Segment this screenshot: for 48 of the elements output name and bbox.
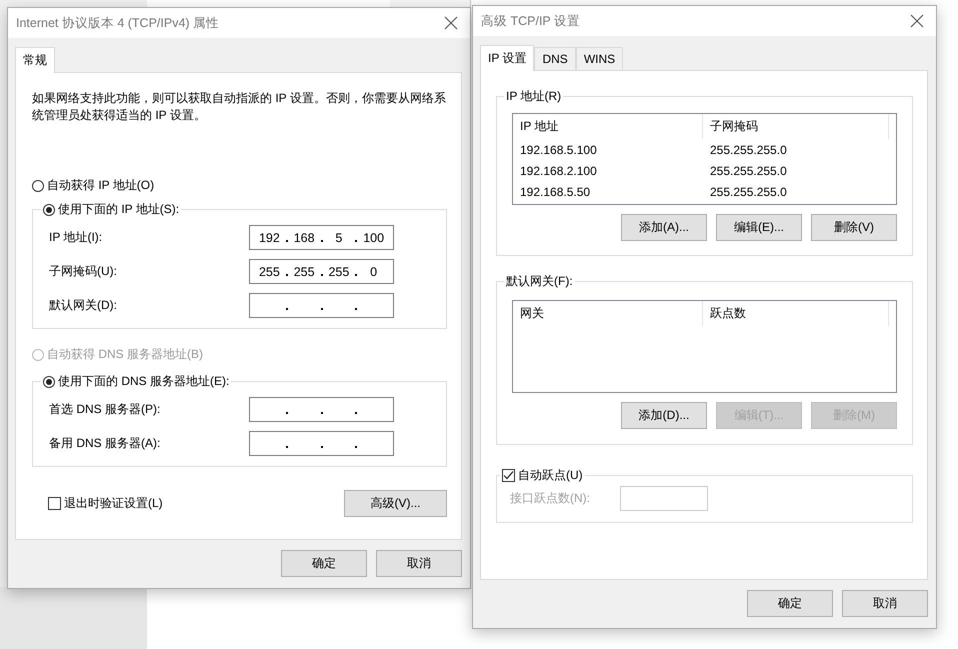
dialog-button[interactable]: 取消 [376, 550, 462, 577]
dialog-button[interactable]: 取消 [842, 590, 928, 617]
description-text: 如果网络支持此功能，则可以获取自动指派的 IP 设置。否则，你需要从网络系统管理员处获得适当的 IP 设置。 [32, 90, 447, 124]
list-button[interactable]: 删除(V) [811, 214, 897, 241]
field-label: 默认网关(D): [49, 297, 117, 314]
input-field[interactable] [249, 431, 394, 456]
table-cell-text: 255.255.255.0 [709, 164, 788, 178]
dialog-button[interactable]: 确定 [281, 550, 367, 577]
input-field[interactable] [249, 293, 394, 318]
tab[interactable]: 常规 [15, 47, 55, 73]
field-label: 首选 DNS 服务器(P): [49, 401, 160, 418]
table-cell-text: 255.255.255.0 [709, 184, 788, 198]
window-title: Internet 协议版本 4 (TCP/IPv4) 属性 [16, 14, 220, 32]
group-title: IP 地址(R) [505, 88, 562, 105]
close-icon[interactable] [910, 14, 924, 28]
list-button[interactable]: 添加(D)... [621, 402, 707, 429]
group-title: 默认网关(F): [505, 273, 574, 290]
input-field[interactable]: 192 168 5 100 [249, 225, 394, 250]
advanced-button[interactable]: 高级(V)... [344, 490, 447, 517]
window-title: 高级 TCP/IP 设置 [481, 12, 580, 30]
input-field[interactable] [249, 397, 394, 422]
table-cell-text: 255.255.255.0 [709, 142, 788, 156]
input-field[interactable]: 255 255 255 0 [249, 259, 394, 284]
field-label: 备用 DNS 服务器(A): [49, 435, 160, 452]
radio-button[interactable]: 使用下面的 DNS 服务器地址(E): [43, 373, 230, 390]
column-header[interactable]: 跃点数 [703, 301, 889, 326]
tab[interactable]: WINS [576, 47, 624, 70]
table-cell-text: 192.168.2.100 [519, 164, 598, 178]
dialog-button[interactable]: 确定 [747, 590, 833, 617]
input-field[interactable] [620, 486, 708, 511]
close-icon[interactable] [444, 16, 458, 30]
column-header[interactable]: 网关 [513, 301, 703, 326]
table-cell-text: 192.168.5.50 [519, 184, 592, 198]
column-header[interactable]: 子网掩码 [703, 114, 889, 139]
radio-button[interactable]: 使用下面的 IP 地址(S): [43, 201, 180, 218]
column-header[interactable]: IP 地址 [513, 114, 703, 139]
field-label: 子网掩码(U): [49, 263, 117, 280]
checkmark-icon [503, 470, 514, 481]
field-label: IP 地址(I): [49, 229, 102, 246]
list-button[interactable]: 编辑(E)... [716, 214, 802, 241]
radio-button[interactable]: 自动获得 IP 地址(O) [32, 177, 447, 194]
tab[interactable]: IP 设置 [480, 45, 534, 71]
field-label: 接口跃点数(N): [510, 490, 590, 507]
tab[interactable]: DNS [534, 47, 576, 70]
checkbox[interactable]: 自动跃点(U) [502, 467, 583, 484]
table-cell-text: 192.168.5.100 [519, 142, 598, 156]
list-button[interactable]: 添加(A)... [621, 214, 707, 241]
checkbox[interactable]: 退出时验证设置(L) [48, 495, 163, 512]
